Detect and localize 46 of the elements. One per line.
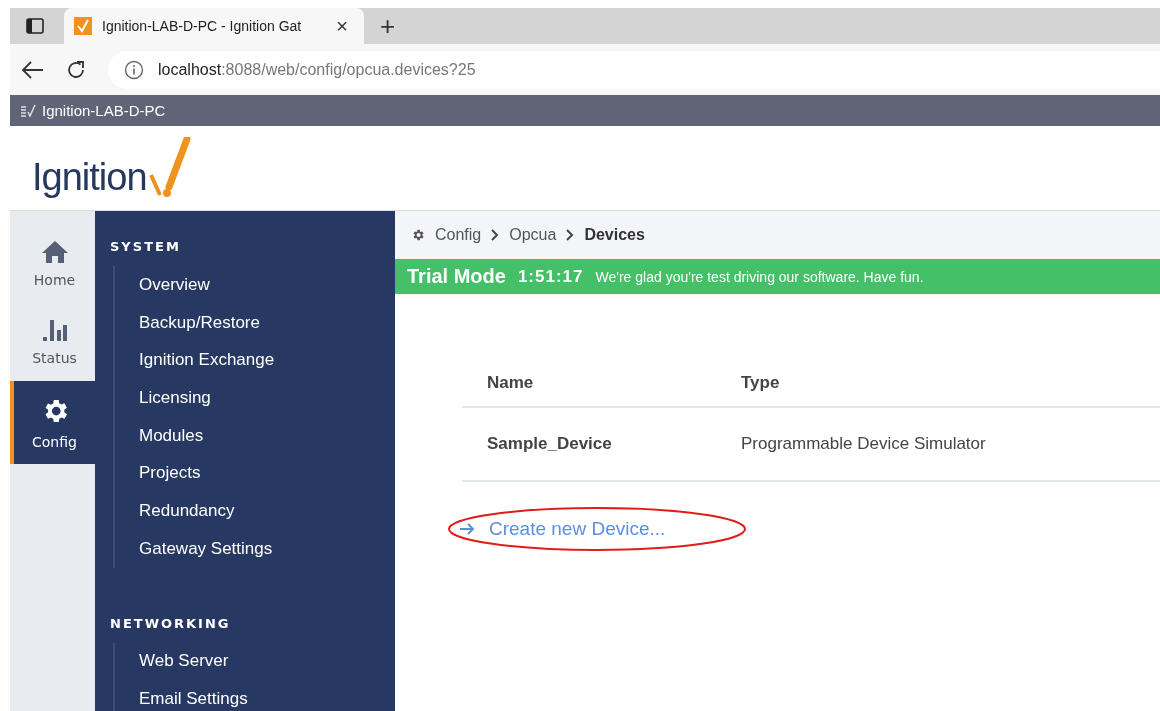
tab-title: Ignition-LAB-D-PC - Ignition Gat: [102, 18, 303, 34]
close-tab-button[interactable]: ×: [330, 16, 354, 36]
exclamation-logo-icon: [146, 137, 193, 199]
url-text: localhost:8088/web/config/opcua.devices?25: [158, 60, 476, 79]
bar-chart-icon: [41, 318, 68, 342]
nav-link[interactable]: Ignition Exchange: [139, 341, 395, 380]
rail-item[interactable]: Home: [10, 225, 95, 303]
nav-link[interactable]: Licensing: [139, 379, 395, 417]
chevron-right-icon: [566, 229, 575, 241]
nav-link[interactable]: Web Server: [139, 642, 395, 681]
rail-item[interactable]: Status: [10, 303, 95, 381]
nav-link[interactable]: Projects: [139, 454, 395, 493]
breadcrumb-link[interactable]: Devices: [584, 226, 645, 244]
breadcrumb-link[interactable]: Config: [435, 226, 482, 244]
rail-item[interactable]: Config: [10, 381, 95, 464]
address-bar[interactable]: localhost:8088/web/config/opcua.devices?25: [108, 50, 1160, 89]
back-arrow-icon[interactable]: [22, 60, 44, 79]
browser-tab[interactable]: Ignition-LAB-D-PC - Ignition Gat ×: [64, 8, 364, 44]
nav-link[interactable]: Overview: [139, 266, 395, 304]
trial-timer: 1:51:17: [517, 266, 584, 287]
table-cell-text: Sample_Device: [487, 434, 613, 454]
nav-link[interactable]: Email Settings: [139, 680, 395, 711]
trial-message: We're glad you're test driving our software. Have fun.: [595, 268, 924, 285]
nav-link[interactable]: Backup/Restore: [139, 303, 395, 342]
gateway-logo-icon: [20, 103, 36, 118]
trial-title: Trial Mode: [407, 265, 506, 288]
checkmark-logo-icon: [74, 17, 92, 35]
reload-icon[interactable]: [66, 59, 86, 80]
nav-heading: SYSTEM: [110, 239, 182, 254]
nav-link[interactable]: Gateway Settings: [139, 529, 395, 568]
tab-actions-icon[interactable]: [26, 18, 44, 34]
nav-link[interactable]: Modules: [139, 416, 395, 455]
arrow-right-icon: [459, 523, 475, 535]
nav-link[interactable]: Redundancy: [139, 492, 395, 530]
nav-heading: NETWORKING: [110, 615, 232, 631]
chevron-right-icon: [491, 229, 500, 241]
logo-text: Ignition: [32, 156, 147, 199]
column-header: Type: [741, 373, 781, 393]
home-icon: [40, 240, 69, 264]
new-tab-button[interactable]: +: [374, 13, 402, 39]
table-cell-text: Programmable Device Simulator: [741, 434, 987, 454]
gateway-name: Ignition-LAB-D-PC: [42, 102, 166, 119]
column-header: Name: [487, 373, 535, 393]
breadcrumb-link[interactable]: Opcua: [509, 226, 557, 244]
settings-icon: [411, 228, 425, 242]
info-icon: [124, 59, 144, 80]
